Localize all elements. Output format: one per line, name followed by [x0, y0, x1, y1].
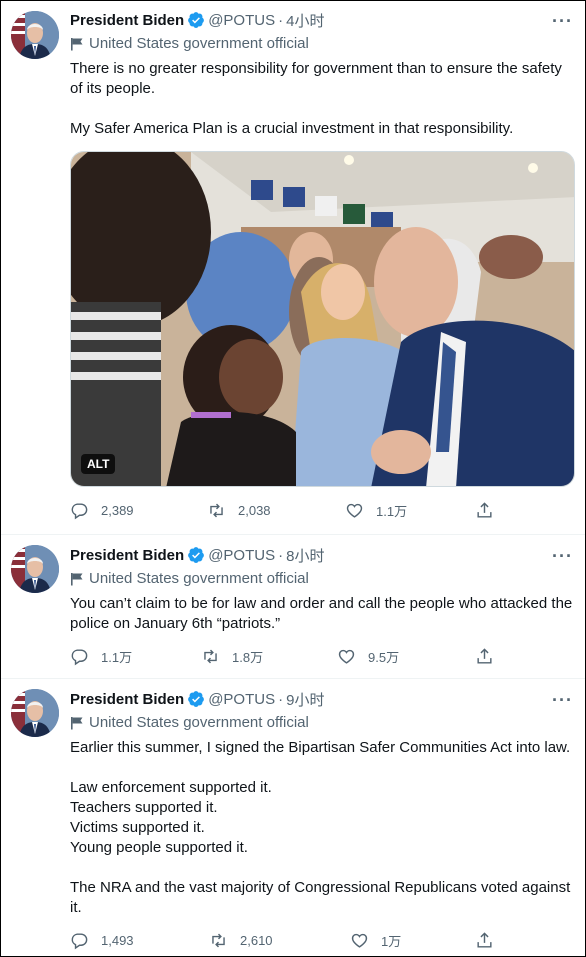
retweet-button[interactable]: 2,038 — [207, 501, 271, 520]
label-text: United States government official — [89, 714, 309, 731]
reply-count: 1,493 — [101, 933, 134, 948]
retweet-icon — [210, 503, 223, 518]
like-button[interactable]: 1.1万 — [345, 501, 407, 520]
share-button[interactable] — [475, 931, 506, 950]
alt-badge[interactable]: ALT — [81, 454, 116, 474]
tweet[interactable]: President Biden @POTUS · 8小时 ··· United … — [1, 535, 585, 678]
verified-badge-icon — [188, 691, 205, 707]
handle[interactable]: @POTUS — [208, 547, 275, 564]
reply-icon — [71, 649, 88, 666]
share-button[interactable] — [475, 647, 506, 666]
timestamp[interactable]: 9小时 — [286, 689, 324, 710]
government-label: United States government official — [70, 714, 309, 731]
label-text: United States government official — [89, 35, 309, 52]
retweet-icon — [204, 649, 217, 664]
tweet-paragraph: You can’t claim to be for law and order … — [70, 595, 577, 632]
avatar[interactable] — [11, 689, 59, 737]
tweet-header: President Biden @POTUS · 9小时 — [70, 689, 324, 709]
more-icon[interactable]: ··· — [552, 12, 573, 30]
like-count: 1.1万 — [376, 504, 408, 519]
tweet-paragraph: The NRA and the vast majority of Congres… — [70, 879, 575, 916]
share-button[interactable] — [475, 501, 506, 520]
reply-button[interactable]: 1,493 — [70, 931, 134, 950]
tweet-text: Earlier this summer, I signed the Bipart… — [70, 738, 575, 918]
timestamp[interactable]: 8小时 — [286, 545, 324, 566]
tweet-photo[interactable]: ALT — [70, 151, 575, 487]
flag-icon — [71, 716, 83, 729]
like-button[interactable]: 1万 — [350, 931, 401, 950]
more-icon[interactable]: ··· — [552, 547, 573, 565]
like-count: 9.5万 — [368, 650, 400, 665]
tweet-paragraph: There is no greater responsibility for g… — [70, 60, 567, 97]
action-bar: 2,389 2,038 1.1万 — [70, 501, 500, 521]
tweet-paragraph: Earlier this summer, I signed the Bipart… — [70, 739, 571, 756]
tweet-header: President Biden @POTUS · 8小时 — [70, 545, 324, 565]
timeline: President Biden @POTUS · 4小时 ··· United … — [0, 0, 586, 957]
share-icon — [477, 502, 492, 518]
display-name[interactable]: President Biden — [70, 12, 184, 29]
share-icon — [477, 932, 492, 948]
retweet-icon — [212, 933, 225, 948]
tweet[interactable]: President Biden @POTUS · 9小时 ··· United … — [1, 679, 585, 956]
verified-badge-icon — [188, 547, 205, 563]
tweet-paragraph: Law enforcement supported it. Teachers s… — [70, 779, 272, 856]
avatar[interactable] — [11, 11, 59, 59]
reply-icon — [71, 503, 88, 520]
reply-button[interactable]: 1.1万 — [70, 647, 132, 666]
separator: · — [278, 690, 284, 708]
heart-icon — [346, 503, 363, 518]
handle[interactable]: @POTUS — [208, 691, 275, 708]
share-icon — [477, 648, 492, 664]
tweet-text: There is no greater responsibility for g… — [70, 59, 575, 139]
timestamp[interactable]: 4小时 — [286, 10, 324, 31]
retweet-count: 2,038 — [238, 503, 271, 518]
heart-icon — [351, 933, 368, 948]
retweet-count: 2,610 — [240, 933, 273, 948]
reply-icon — [71, 933, 88, 950]
tweet[interactable]: President Biden @POTUS · 4小时 ··· United … — [1, 1, 585, 534]
reply-button[interactable]: 2,389 — [70, 501, 134, 520]
like-button[interactable]: 9.5万 — [337, 647, 399, 666]
handle[interactable]: @POTUS — [208, 12, 275, 29]
retweet-count: 1.8万 — [232, 650, 264, 665]
more-icon[interactable]: ··· — [552, 691, 573, 709]
tweet-text: You can’t claim to be for law and order … — [70, 594, 575, 634]
reply-count: 1.1万 — [101, 650, 133, 665]
tweet-paragraph: My Safer America Plan is a crucial inves… — [70, 120, 514, 137]
flag-icon — [71, 37, 83, 50]
government-label: United States government official — [70, 35, 309, 52]
label-text: United States government official — [89, 570, 309, 587]
avatar[interactable] — [11, 545, 59, 593]
reply-count: 2,389 — [101, 503, 134, 518]
tweet-header: President Biden @POTUS · 4小时 — [70, 10, 324, 30]
action-bar: 1,493 2,610 1万 — [70, 931, 500, 951]
display-name[interactable]: President Biden — [70, 691, 184, 708]
like-count: 1万 — [381, 934, 402, 949]
separator: · — [278, 11, 284, 29]
government-label: United States government official — [70, 570, 309, 587]
flag-icon — [71, 572, 83, 585]
action-bar: 1.1万 1.8万 9.5万 — [70, 647, 500, 667]
verified-badge-icon — [188, 12, 205, 28]
retweet-button[interactable]: 2,610 — [209, 931, 273, 950]
separator: · — [278, 546, 284, 564]
heart-icon — [338, 649, 355, 664]
display-name[interactable]: President Biden — [70, 547, 184, 564]
retweet-button[interactable]: 1.8万 — [201, 647, 263, 666]
